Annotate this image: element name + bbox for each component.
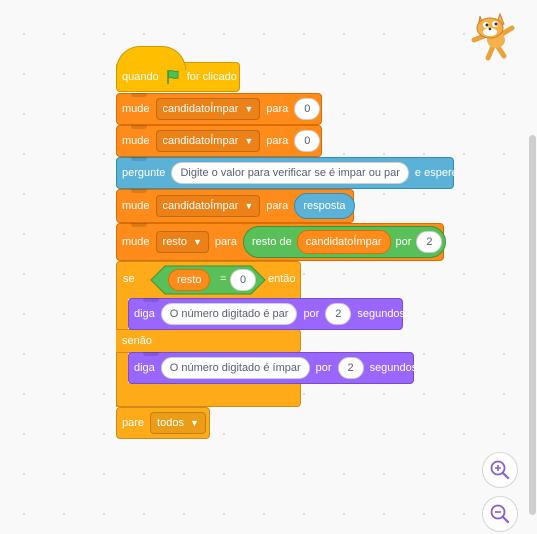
- if-label: se: [123, 273, 135, 285]
- set-label: mude: [122, 135, 150, 147]
- ask-label: pergunte: [122, 167, 166, 179]
- compare-value-input[interactable]: 0: [230, 269, 256, 291]
- by-label: por: [395, 236, 412, 248]
- value-input[interactable]: 0: [294, 98, 321, 120]
- zoom-out-icon: [490, 504, 510, 524]
- variable-dropdown[interactable]: resto ▼: [155, 231, 209, 253]
- stop-option-dropdown[interactable]: todos ▼: [150, 412, 206, 434]
- then-label: então: [268, 273, 296, 285]
- set-variable-block[interactable]: mude candidatoÍmpar ▼ para 0: [116, 93, 322, 125]
- to-label: para: [266, 135, 289, 147]
- seconds-input[interactable]: 2: [325, 303, 352, 325]
- ask-suffix: e espere: [414, 167, 458, 179]
- dropdown-arrow-icon: ▼: [193, 237, 202, 247]
- zoom-in-button[interactable]: [482, 452, 518, 488]
- if-bottom-bar: [116, 383, 301, 407]
- to-label: para: [266, 200, 289, 212]
- dropdown-arrow-icon: ▼: [189, 418, 199, 428]
- else-label: senão: [122, 335, 152, 347]
- answer-reporter[interactable]: resposta: [294, 193, 355, 219]
- scratch-cat-icon: [471, 12, 515, 61]
- seconds-input[interactable]: 2: [337, 357, 364, 379]
- message-input[interactable]: O número digitado é ímpar: [160, 357, 310, 379]
- variable-dropdown[interactable]: candidatoÍmpar ▼: [155, 195, 261, 217]
- equals-sign: =: [220, 273, 227, 285]
- say-for-secs-block[interactable]: diga O número digitado é par por 2 segun…: [128, 298, 406, 330]
- value-input[interactable]: 0: [294, 130, 321, 152]
- equals-operator-block[interactable]: resto = 0: [150, 265, 266, 295]
- unit-label: segundos: [369, 362, 418, 374]
- zoom-in-icon: [490, 460, 510, 480]
- variable-dropdown[interactable]: candidatoÍmpar ▼: [155, 98, 261, 120]
- dropdown-arrow-icon: ▼: [244, 136, 254, 146]
- divisor-input[interactable]: 2: [416, 231, 443, 253]
- message-input[interactable]: O número digitado é par: [160, 303, 298, 325]
- ask-and-wait-block[interactable]: pergunte Digite o valor para verificar s…: [116, 157, 458, 189]
- by-label: por: [315, 362, 332, 374]
- set-variable-block[interactable]: mude candidatoÍmpar ▼ para resposta: [116, 189, 355, 223]
- question-input[interactable]: Digite o valor para verificar se é impar…: [171, 162, 409, 184]
- if-else-block[interactable]: se resto = 0 então senão: [116, 261, 301, 407]
- hat-cap: [116, 46, 186, 70]
- variable-dropdown[interactable]: candidatoÍmpar ▼: [155, 130, 261, 152]
- stop-label: pare: [122, 417, 145, 429]
- mod-operator-block[interactable]: resto de candidatoÍmpar por 2: [242, 226, 447, 258]
- green-flag-icon: [166, 69, 179, 84]
- zoom-out-button[interactable]: [482, 496, 518, 532]
- say-label: diga: [134, 308, 155, 320]
- dropdown-arrow-icon: ▼: [244, 201, 254, 211]
- by-label: por: [303, 308, 320, 320]
- say-label: diga: [134, 362, 155, 374]
- set-label: mude: [122, 200, 150, 212]
- say-for-secs-block[interactable]: diga O número digitado é ímpar por 2 seg…: [128, 352, 417, 384]
- to-label: para: [266, 103, 289, 115]
- set-variable-block[interactable]: mude candidatoÍmpar ▼ para 0: [116, 125, 322, 157]
- resto-reporter[interactable]: resto: [168, 269, 211, 291]
- set-label: mude: [122, 103, 150, 115]
- stop-all-block[interactable]: pare todos ▼: [116, 407, 210, 439]
- to-label: para: [214, 236, 237, 248]
- variable-reporter[interactable]: candidatoÍmpar: [296, 230, 391, 254]
- unit-label: segundos: [357, 308, 406, 320]
- set-label: mude: [122, 236, 150, 248]
- dropdown-arrow-icon: ▼: [244, 104, 254, 114]
- hat-suffix: for clicado: [186, 71, 237, 83]
- set-variable-block[interactable]: mude resto ▼ para resto de candidatoÍmpar…: [116, 223, 447, 261]
- sprite-thumbnail: [470, 8, 518, 62]
- mod-label: resto de: [251, 236, 292, 248]
- hat-label: quando: [122, 71, 159, 83]
- vertical-scrollbar[interactable]: [529, 135, 536, 515]
